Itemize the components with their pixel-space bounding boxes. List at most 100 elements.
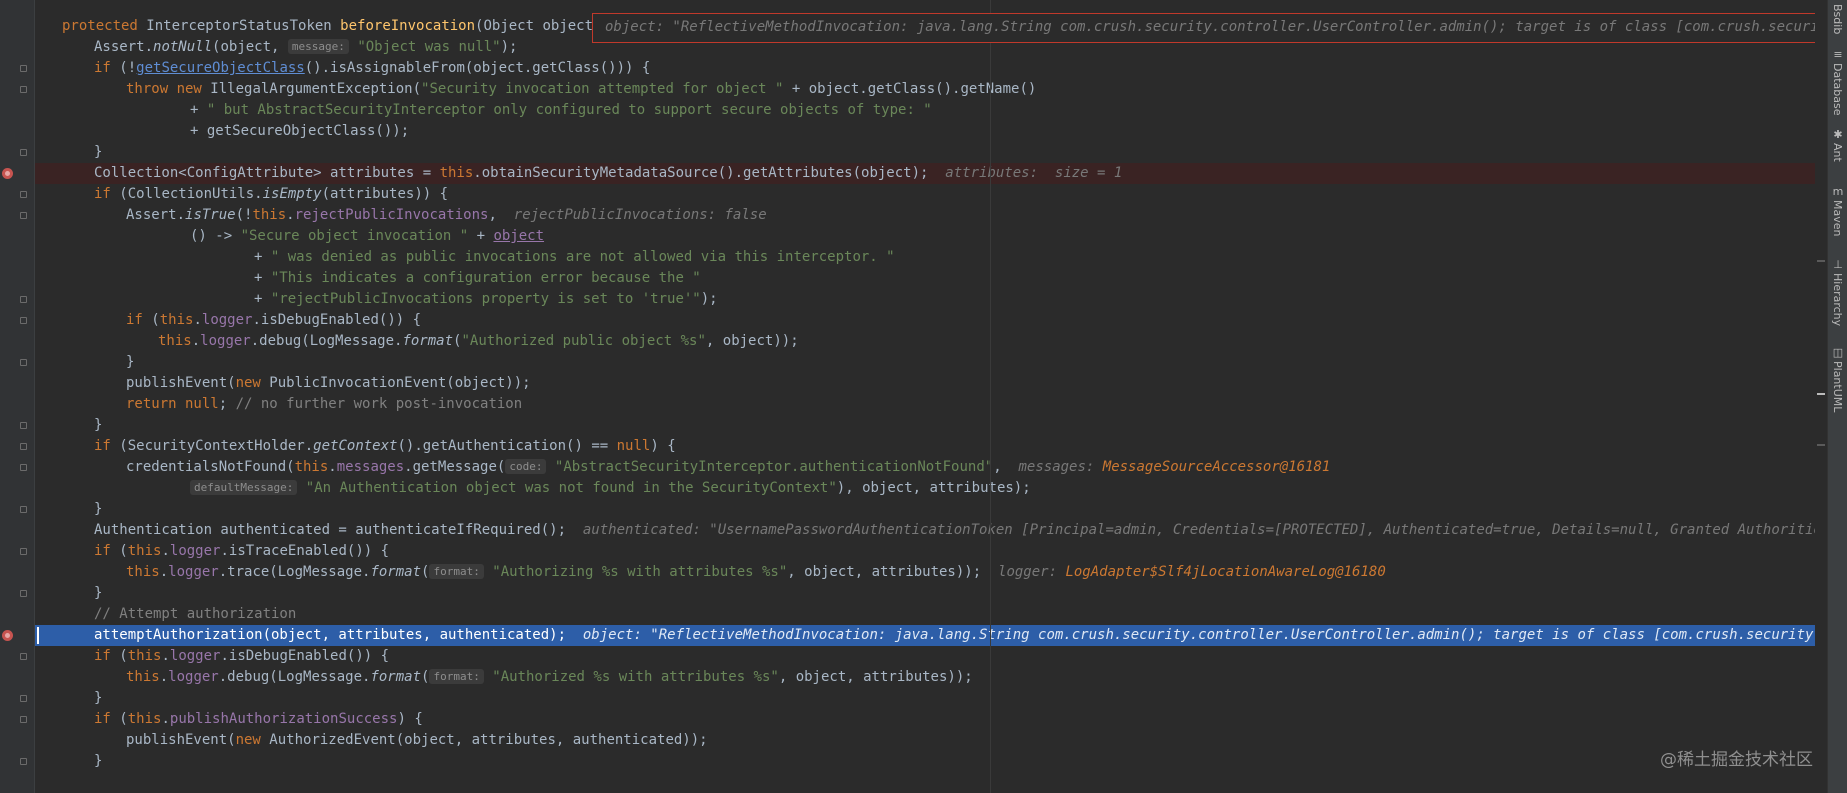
code-line[interactable]: if (this.logger.isTraceEnabled()) { — [35, 541, 1815, 562]
code-token: + getSecureObjectClass()); — [190, 123, 410, 139]
debug-value-popup[interactable]: object: "ReflectiveMethodInvocation: jav… — [592, 13, 1842, 43]
sidebar-tab-label: Ant — [1831, 143, 1844, 162]
fold-marker-icon[interactable] — [20, 149, 27, 156]
fold-marker-icon[interactable] — [20, 296, 27, 303]
code-token: this — [127, 648, 162, 664]
sidebar-tab-ant[interactable]: ✱ Ant — [1828, 128, 1847, 162]
code-token: .trace(LogMessage. — [218, 564, 371, 580]
code-line[interactable]: this.logger.debug(LogMessage.format("Aut… — [35, 331, 1815, 352]
code-token: this — [252, 207, 287, 223]
code-token: (SecurityContextHolder. — [119, 438, 314, 454]
code-token[interactable]: object — [493, 228, 544, 244]
code-line[interactable]: if (!getSecureObjectClass().isAssignable… — [35, 58, 1815, 79]
code-token: ) { — [650, 438, 676, 454]
code-text: this.logger.debug(LogMessage.format(form… — [126, 667, 973, 688]
code-text: credentialsNotFound(this.messages.getMes… — [126, 457, 1330, 478]
fold-marker-icon[interactable] — [20, 758, 27, 765]
code-token: + — [254, 270, 271, 286]
code-line[interactable]: () -> "Secure object invocation " + obje… — [35, 226, 1815, 247]
editor-scrollbar[interactable] — [1815, 0, 1827, 793]
code-line[interactable]: Assert.isTrue(!this.rejectPublicInvocati… — [35, 205, 1815, 226]
code-line[interactable]: } — [35, 352, 1815, 373]
editor-gutter[interactable] — [0, 0, 35, 793]
code-editor[interactable]: protected InterceptorStatusToken beforeI… — [35, 0, 1815, 793]
code-token: .isTraceEnabled()) { — [220, 543, 390, 559]
code-text: } — [94, 415, 102, 436]
code-line[interactable]: publishEvent(new AuthorizedEvent(object,… — [35, 730, 1815, 751]
code-line[interactable]: } — [35, 688, 1815, 709]
code-line[interactable]: if (CollectionUtils.isEmpty(attributes))… — [35, 184, 1815, 205]
code-line[interactable]: return null; // no further work post-inv… — [35, 394, 1815, 415]
fold-marker-icon[interactable] — [20, 653, 27, 660]
breakpoint-line[interactable]: Collection<ConfigAttribute> attributes =… — [35, 163, 1815, 184]
fold-marker-icon[interactable] — [20, 422, 27, 429]
fold-marker-icon[interactable] — [20, 548, 27, 555]
code-token: , — [488, 207, 506, 223]
code-text: + "rejectPublicInvocations property is s… — [254, 289, 718, 310]
code-token: ( — [119, 543, 128, 559]
code-line[interactable]: } — [35, 142, 1815, 163]
code-token: this — [127, 711, 162, 727]
code-token: " but AbstractSecurityInterceptor only c… — [206, 102, 932, 118]
fold-marker-icon[interactable] — [20, 86, 27, 93]
code-token: publishEvent( — [126, 732, 236, 748]
fold-marker-icon[interactable] — [20, 506, 27, 513]
code-token: () -> — [190, 228, 241, 244]
fold-marker-icon[interactable] — [20, 317, 27, 324]
code-token: (object, — [212, 39, 288, 55]
sidebar-tab-maven[interactable]: m Maven — [1828, 185, 1847, 236]
code-text: + getSecureObjectClass()); — [190, 121, 409, 142]
code-token: this — [439, 165, 474, 181]
code-line[interactable]: if (this.logger.isDebugEnabled()) { — [35, 646, 1815, 667]
fold-marker-icon[interactable] — [20, 191, 27, 198]
code-line[interactable]: throw new IllegalArgumentException("Secu… — [35, 79, 1815, 100]
code-text: () -> "Secure object invocation " + obje… — [190, 226, 544, 247]
fold-marker-icon[interactable] — [20, 443, 27, 450]
code-line[interactable]: + " but AbstractSecurityInterceptor only… — [35, 100, 1815, 121]
sidebar-tab-database[interactable]: ≡ Database — [1828, 48, 1847, 116]
code-line[interactable]: + "rejectPublicInvocations property is s… — [35, 289, 1815, 310]
fold-marker-icon[interactable] — [20, 65, 27, 72]
code-line[interactable]: this.logger.trace(LogMessage.format(form… — [35, 562, 1815, 583]
code-line[interactable]: } — [35, 499, 1815, 520]
scroll-marker — [1817, 444, 1825, 446]
sidebar-tab-plantuml[interactable]: ◫ PlantUML — [1828, 346, 1847, 412]
code-line[interactable]: publishEvent(new PublicInvocationEvent(o… — [35, 373, 1815, 394]
code-token: throw new — [126, 81, 211, 97]
code-text: } — [94, 688, 102, 709]
debug-value-text: object: "ReflectiveMethodInvocation: jav… — [605, 19, 1842, 35]
code-line[interactable]: } — [35, 583, 1815, 604]
code-line[interactable]: } — [35, 751, 1815, 772]
code-line[interactable]: // Attempt authorization — [35, 604, 1815, 625]
sidebar-tab-hierarchy[interactable]: ⊥ Hierarchy — [1828, 258, 1847, 326]
code-line[interactable]: if (this.logger.isDebugEnabled()) { — [35, 310, 1815, 331]
breakpoint-icon[interactable] — [2, 630, 13, 641]
breakpoint-icon[interactable] — [2, 168, 13, 179]
code-token: (! — [119, 60, 137, 76]
code-line[interactable]: + "This indicates a configuration error … — [35, 268, 1815, 289]
code-line[interactable]: this.logger.debug(LogMessage.format(form… — [35, 667, 1815, 688]
fold-marker-icon[interactable] — [20, 359, 27, 366]
code-token: Authentication authenticated = authentic… — [94, 522, 567, 538]
code-token[interactable]: getSecureObjectClass — [136, 60, 305, 76]
code-line[interactable]: + getSecureObjectClass()); — [35, 121, 1815, 142]
fold-marker-icon[interactable] — [20, 464, 27, 471]
code-token: if — [94, 543, 120, 559]
code-line[interactable]: if (SecurityContextHolder.getContext().g… — [35, 436, 1815, 457]
current-execution-line[interactable]: attemptAuthorization(object, attributes,… — [35, 625, 1815, 646]
parameter-hint-label: format: — [429, 564, 484, 579]
code-line[interactable]: + " was denied as public invocations are… — [35, 247, 1815, 268]
code-line[interactable]: defaultMessage: "An Authentication objec… — [35, 478, 1815, 499]
code-line[interactable]: } — [35, 415, 1815, 436]
fold-marker-icon[interactable] — [20, 695, 27, 702]
fold-marker-icon[interactable] — [20, 590, 27, 597]
sidebar-tab-bsdib[interactable]: Bsdib — [1828, 2, 1847, 34]
code-token: ().getAuthentication() == — [397, 438, 617, 454]
code-line[interactable]: credentialsNotFound(this.messages.getMes… — [35, 457, 1815, 478]
code-line[interactable]: if (this.publishAuthorizationSuccess) { — [35, 709, 1815, 730]
ant-icon: ✱ — [1833, 128, 1843, 141]
fold-marker-icon[interactable] — [20, 716, 27, 723]
code-line[interactable]: Authentication authenticated = authentic… — [35, 520, 1815, 541]
code-text: } — [94, 142, 102, 163]
fold-marker-icon[interactable] — [20, 212, 27, 219]
